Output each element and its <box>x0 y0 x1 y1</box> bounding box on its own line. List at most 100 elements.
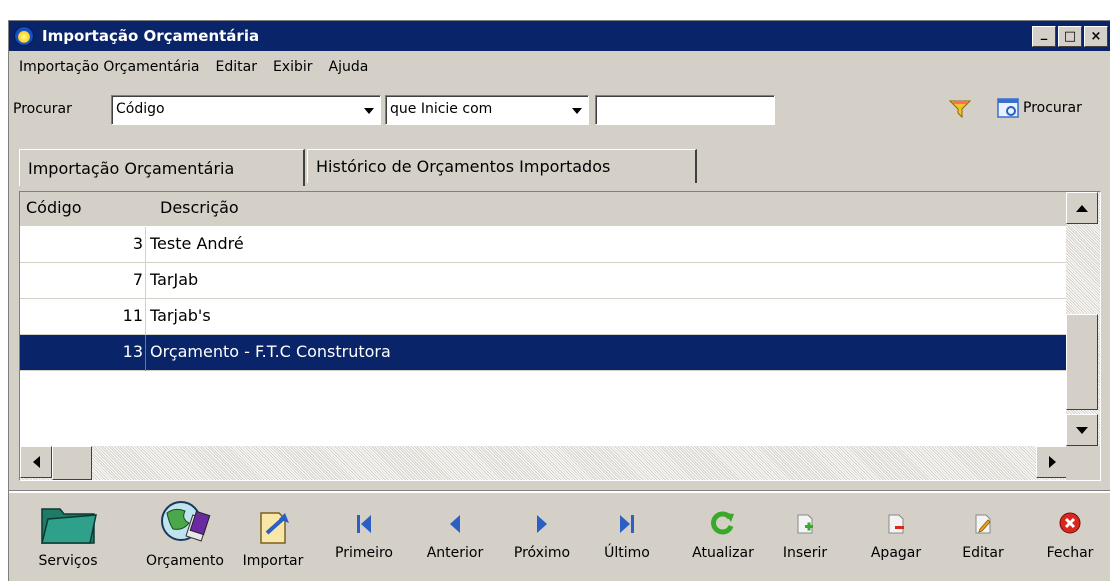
app-icon <box>14 26 34 46</box>
fechar-label: Fechar <box>1046 545 1094 561</box>
search-label: Procurar <box>13 101 72 117</box>
insert-record-icon <box>797 514 813 534</box>
cell-codigo: 3 <box>132 234 143 253</box>
minimize-button[interactable]: _ <box>1032 26 1056 47</box>
servicos-button[interactable]: Serviços <box>33 493 103 581</box>
scroll-right-button[interactable] <box>1036 446 1068 478</box>
cell-divider <box>145 299 146 335</box>
search-button[interactable]: Procurar <box>997 97 1082 119</box>
menu-ajuda[interactable]: Ajuda <box>329 59 369 75</box>
cell-divider <box>145 263 146 299</box>
vertical-scroll-thumb[interactable] <box>1066 314 1098 410</box>
orcamento-button[interactable]: Orçamento <box>135 493 235 581</box>
search-operator-select[interactable]: que Inicie com <box>385 95 589 125</box>
main-window: Importação Orçamentária _ □ × Importação… <box>8 20 1110 581</box>
cell-descricao: Orçamento - F.T.C Construtora <box>150 342 391 361</box>
budget-grid: Código Descrição 3 Teste André 7 TarJab … <box>19 191 1101 481</box>
table-row[interactable]: 7 TarJab <box>20 263 1068 299</box>
atualizar-label: Atualizar <box>692 545 754 561</box>
apagar-button[interactable]: Apagar <box>861 493 931 581</box>
chevron-down-icon <box>364 108 374 114</box>
first-record-icon <box>357 515 371 533</box>
table-row-selected[interactable]: 13 Orçamento - F.T.C Construtora <box>20 335 1068 371</box>
search-operator-value: que Inicie com <box>390 101 493 117</box>
table-row[interactable]: 3 Teste André <box>20 227 1068 263</box>
arrow-up-icon <box>1076 204 1088 212</box>
vertical-scrollbar[interactable] <box>1066 192 1100 446</box>
proximo-button[interactable]: Próximo <box>505 493 579 581</box>
cell-divider <box>145 335 146 371</box>
chevron-down-icon <box>572 108 582 114</box>
maximize-button[interactable]: □ <box>1058 26 1082 47</box>
search-bar: Procurar Código que Inicie com Procurar <box>9 95 1110 125</box>
importar-label: Importar <box>242 553 304 569</box>
proximo-label: Próximo <box>513 545 571 561</box>
ultimo-label: Último <box>604 545 650 561</box>
inserir-button[interactable]: Inserir <box>777 493 833 581</box>
editar-button[interactable]: Editar <box>955 493 1011 581</box>
import-document-icon <box>260 512 289 544</box>
cell-descricao: TarJab <box>150 270 199 289</box>
horizontal-scroll-thumb[interactable] <box>52 446 92 480</box>
menu-bar: Importação Orçamentária Editar Exibir Aj… <box>9 55 368 79</box>
fechar-button[interactable]: Fechar <box>1035 493 1105 581</box>
folder-icon <box>41 508 97 544</box>
window-title: Importação Orçamentária <box>42 27 260 45</box>
tab-importacao[interactable]: Importação Orçamentária <box>19 149 305 186</box>
scroll-up-button[interactable] <box>1066 192 1098 224</box>
search-button-label: Procurar <box>1023 100 1082 116</box>
funnel-icon <box>949 100 971 119</box>
cell-codigo: 7 <box>132 270 143 289</box>
scroll-left-button[interactable] <box>20 446 52 478</box>
menu-importacao[interactable]: Importação Orçamentária <box>19 59 200 75</box>
cell-descricao: Teste André <box>150 234 244 253</box>
close-icon: × <box>1090 29 1102 44</box>
tab-strip: Importação Orçamentária Histórico de Orç… <box>9 149 1110 186</box>
search-window-icon <box>997 98 1019 118</box>
scroll-corner <box>1066 446 1100 480</box>
arrow-left-icon <box>32 456 40 468</box>
importar-button[interactable]: Importar <box>235 493 311 581</box>
globe-documents-icon <box>161 501 211 542</box>
search-field-value: Código <box>116 101 165 117</box>
next-record-icon <box>537 515 547 533</box>
cell-codigo: 11 <box>122 306 143 325</box>
anterior-button[interactable]: Anterior <box>417 493 493 581</box>
cell-divider <box>145 227 146 263</box>
search-input[interactable] <box>595 95 775 125</box>
anterior-label: Anterior <box>426 545 484 561</box>
editar-label: Editar <box>962 545 1004 561</box>
edit-record-icon <box>975 514 991 534</box>
apagar-label: Apagar <box>870 545 922 561</box>
window-controls: _ □ × <box>1032 26 1108 47</box>
cell-descricao: Tarjab's <box>150 306 211 325</box>
column-descricao[interactable]: Descrição <box>160 198 239 217</box>
menu-editar[interactable]: Editar <box>216 59 257 75</box>
servicos-label: Serviços <box>38 553 98 569</box>
search-field-select[interactable]: Código <box>111 95 381 125</box>
filter-button[interactable] <box>949 99 971 119</box>
previous-record-icon <box>450 515 460 533</box>
scroll-down-button[interactable] <box>1066 414 1098 446</box>
last-record-icon <box>620 515 634 533</box>
refresh-icon <box>711 511 734 535</box>
ultimo-button[interactable]: Último <box>597 493 657 581</box>
tab-historico-label: Histórico de Orçamentos Importados <box>316 157 611 176</box>
menu-exibir[interactable]: Exibir <box>273 59 313 75</box>
column-codigo[interactable]: Código <box>26 198 82 217</box>
minimize-icon: _ <box>1040 26 1048 41</box>
title-bar[interactable]: Importação Orçamentária _ □ × <box>9 21 1110 51</box>
primeiro-label: Primeiro <box>335 545 393 561</box>
table-row[interactable]: 11 Tarjab's <box>20 299 1068 335</box>
inserir-label: Inserir <box>782 545 828 561</box>
bottom-toolbar: Serviços Orçamento Importar Primeiro Ant… <box>9 491 1110 581</box>
arrow-right-icon <box>1048 456 1056 468</box>
grid-header: Código Descrição <box>20 192 1068 227</box>
tab-importacao-label: Importação Orçamentária <box>28 158 235 178</box>
horizontal-scrollbar[interactable] <box>20 446 1068 480</box>
atualizar-button[interactable]: Atualizar <box>681 493 765 581</box>
close-circle-icon <box>1059 512 1081 534</box>
tab-historico[interactable]: Histórico de Orçamentos Importados <box>307 149 697 183</box>
close-button[interactable]: × <box>1084 26 1108 47</box>
primeiro-button[interactable]: Primeiro <box>329 493 399 581</box>
